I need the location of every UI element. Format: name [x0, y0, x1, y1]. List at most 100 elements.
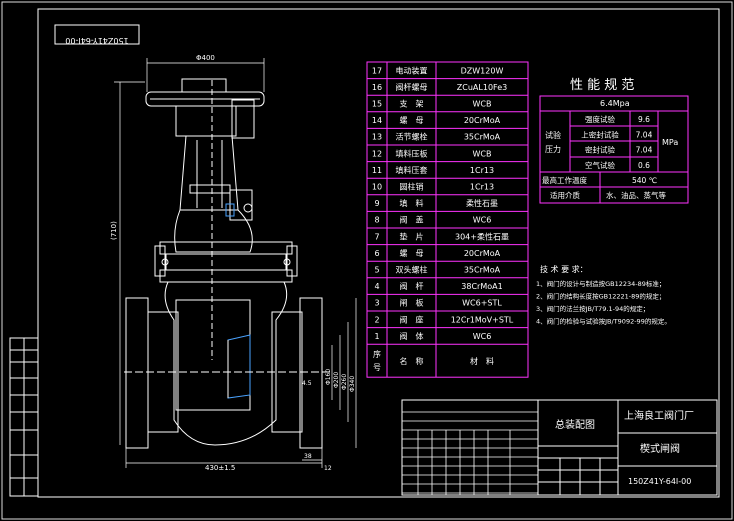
part-material: WC6+STL — [462, 299, 502, 308]
part-no: 8 — [374, 216, 379, 225]
part-material: 1Cr13 — [470, 183, 494, 192]
part-no: 15 — [372, 100, 382, 109]
part-name: 垫 片 — [400, 231, 424, 241]
part-no: 16 — [372, 83, 382, 92]
part-material: 20CrMoA — [464, 116, 501, 125]
medium-value: 水、油品、蒸气等 — [606, 190, 666, 200]
part-no: 1 — [374, 332, 379, 341]
left-revision-column — [9, 337, 39, 497]
performance-title: 性 能 规 范 — [570, 78, 634, 93]
part-material: WCB — [473, 100, 492, 109]
part-name: 阀杆螺母 — [396, 82, 428, 92]
header-name: 名 称 — [400, 356, 424, 366]
part-no: 12 — [372, 149, 382, 158]
part-name: 阀 盖 — [400, 215, 424, 225]
requirement-item: 2、阀门的结构长度按GB12221-89的规定； — [536, 292, 665, 301]
part-material: ZCuAL10Fe3 — [457, 83, 507, 92]
part-no: 17 — [372, 66, 382, 75]
requirement-item: 4、阀门的检验与试验按JB/T9092-99的规定。 — [536, 317, 671, 326]
part-no: 2 — [374, 315, 379, 324]
part-name: 双头螺柱 — [396, 265, 428, 275]
dimension-texts: Φ400 (710) 430±1.5 Φ160 Φ200 Φ260 Φ340 4… — [110, 54, 356, 472]
requirements-title: 技 术 要 求： — [540, 264, 588, 274]
dim-bottom-width: 430±1.5 — [205, 464, 235, 472]
part-no: 3 — [374, 299, 379, 308]
part-name: 活节螺栓 — [396, 132, 428, 142]
part-material: 304+柔性石墨 — [455, 231, 509, 241]
part-no: 9 — [374, 199, 379, 208]
part-name: 填料压套 — [396, 165, 428, 175]
part-material: 12Cr1MoV+STL — [451, 315, 514, 324]
part-name: 闸 板 — [400, 298, 424, 308]
rotated-drawing-number: 150Z41Y-64I-00 — [65, 36, 128, 45]
perf-row-value: 0.6 — [638, 161, 650, 170]
part-material: 35CrMoA — [464, 133, 501, 142]
unit-mpa: MPa — [662, 138, 678, 147]
perf-row-value: 9.6 — [638, 115, 650, 124]
product-code: 150Z41Y-64I-00 — [628, 477, 691, 486]
part-material: WCB — [473, 149, 492, 158]
part-material: WC6 — [473, 332, 492, 341]
part-no: 14 — [372, 116, 382, 125]
perf-row-label: 空气试验 — [585, 160, 615, 170]
dim-d4: Φ340 — [349, 376, 356, 392]
part-no: 13 — [372, 133, 382, 142]
title-block: 总装配图 上海良工阀门厂 楔式闸阀 150Z41Y-64I-00 — [401, 399, 718, 496]
perf-row-value: 7.04 — [636, 130, 653, 139]
company-name: 上海良工阀门厂 — [624, 409, 694, 422]
perf-row-value: 7.04 — [636, 146, 653, 155]
part-name: 支 架 — [400, 99, 424, 109]
dim-d1: Φ160 — [325, 369, 332, 385]
header-no-2: 号 — [373, 363, 381, 372]
part-name: 阀 座 — [400, 314, 424, 324]
test-label-2: 压力 — [545, 144, 561, 154]
max-temp-value: 540 ℃ — [632, 176, 657, 185]
drawing-canvas: 150Z41Y-64I-00 Φ400 (710) 430±1.5 Φ160 Φ… — [1, 1, 733, 520]
part-name: 填料压板 — [396, 148, 428, 158]
dimension-lines — [114, 58, 357, 468]
performance-pressure: 6.4Mpa — [600, 99, 630, 108]
part-material: 38CrMoA1 — [461, 282, 502, 291]
dim-small3: 12 — [324, 465, 332, 472]
part-name: 电动装置 — [396, 65, 428, 75]
dim-height: (710) — [110, 221, 118, 240]
requirement-item: 3、阀门的法兰按JB/T79.1-94的规定； — [536, 304, 649, 313]
dim-top-width: Φ400 — [196, 54, 215, 62]
dim-d3: Φ260 — [341, 374, 348, 390]
performance-spec: 性 能 规 范 6.4Mpa 试验 压力 MPa 强度试验 9.6 上密封试验 7.0… — [539, 78, 689, 204]
part-no: 11 — [372, 166, 382, 175]
perf-row-label: 强度试验 — [585, 114, 615, 124]
part-name: 阀 体 — [400, 331, 424, 341]
technical-requirements: 技 术 要 求： 1、阀门的设计与制造按GB12234-89标准； 2、阀门的结构… — [536, 264, 671, 326]
parts-table: 17 电动装置 DZW120W16 阀杆螺母 ZCuAL10Fe315 支 架 WCB14 螺… — [366, 61, 529, 378]
dim-d2: Φ200 — [333, 372, 340, 388]
part-material: 35CrMoA — [464, 266, 501, 275]
rotated-drawing-number-box: 150Z41Y-64I-00 — [54, 24, 140, 45]
max-temp-label: 最高工作温度 — [542, 175, 587, 185]
part-material: 20CrMoA — [464, 249, 501, 258]
test-label-1: 试验 — [545, 130, 561, 140]
part-no: 4 — [374, 282, 379, 291]
part-no: 5 — [374, 266, 379, 275]
part-material: DZW120W — [461, 66, 504, 75]
part-material: 1Cr13 — [470, 166, 494, 175]
perf-row-label: 密封试验 — [585, 145, 615, 155]
requirement-item: 1、阀门的设计与制造按GB12234-89标准； — [536, 279, 665, 288]
header-no: 序 — [373, 349, 381, 359]
valve-assembly-drawing — [124, 78, 330, 449]
part-name: 圆柱销 — [400, 182, 424, 192]
part-no: 7 — [374, 232, 379, 241]
part-name: 阀 杆 — [400, 281, 424, 291]
dim-small1: 4.5 — [302, 380, 312, 387]
part-no: 10 — [372, 183, 382, 192]
product-name: 楔式闸阀 — [640, 442, 680, 455]
drawing-title: 总装配图 — [555, 418, 595, 431]
perf-row-label: 上密封试验 — [581, 129, 619, 139]
header-material: 材 料 — [470, 356, 494, 366]
medium-label: 适用介质 — [550, 190, 580, 200]
part-material: WC6 — [473, 216, 492, 225]
part-name: 填 料 — [400, 198, 424, 208]
part-name: 螺 母 — [400, 248, 424, 258]
part-no: 6 — [374, 249, 379, 258]
part-material: 柔性石墨 — [466, 198, 498, 208]
